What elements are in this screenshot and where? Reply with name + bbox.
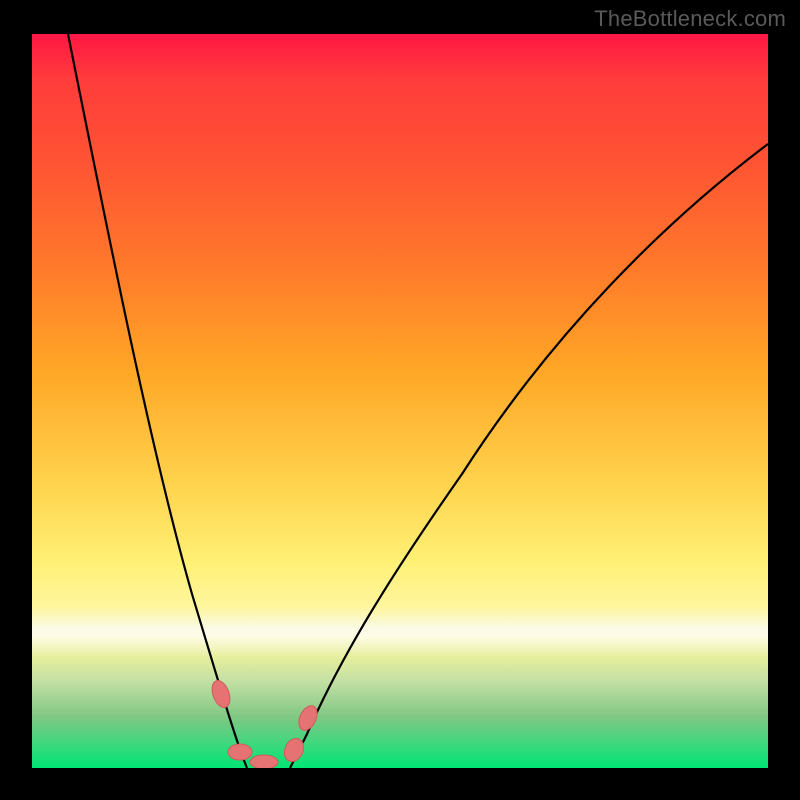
marker-right-upper <box>295 703 320 733</box>
curve-markers <box>209 678 321 768</box>
bottleneck-curve <box>32 34 768 768</box>
marker-left-upper <box>209 678 234 710</box>
marker-left-lower <box>228 744 252 760</box>
watermark-text: TheBottleneck.com <box>594 6 786 32</box>
plot-area <box>32 34 768 768</box>
curve-left-branch <box>68 34 247 768</box>
marker-bottom <box>250 755 278 768</box>
curve-right-branch <box>290 144 768 768</box>
